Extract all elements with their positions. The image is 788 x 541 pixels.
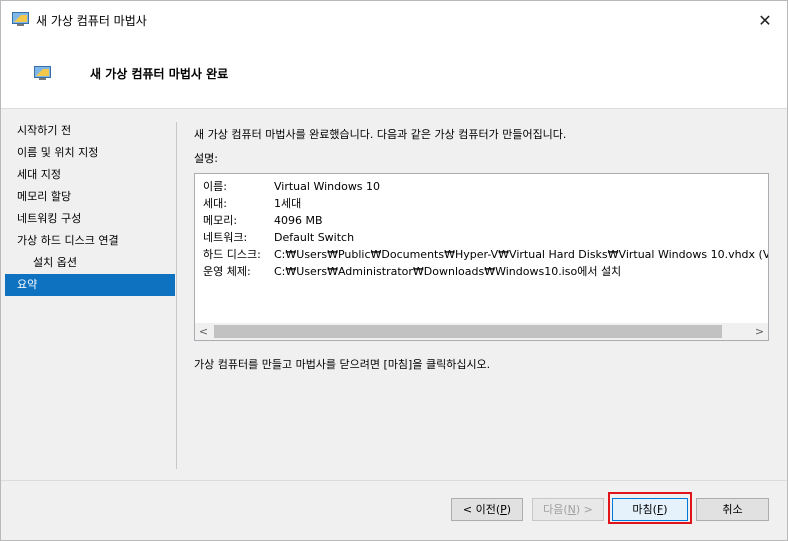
nav-step-label: 세대 지정: [17, 168, 61, 181]
nav-step-virtual-disk[interactable]: 가상 하드 디스크 연결: [5, 230, 175, 252]
next-button-label: 다음(: [543, 503, 568, 516]
summary-row-name: 이름: Virtual Windows 10: [203, 178, 768, 195]
description-label: 설명:: [194, 152, 218, 165]
close-icon: ✕: [758, 10, 772, 30]
summary-value: 4096 MB: [274, 214, 323, 227]
nav-step-networking[interactable]: 네트워킹 구성: [5, 208, 175, 230]
nav-step-install-options[interactable]: 설치 옵션: [5, 252, 175, 274]
summary-key: 이름:: [203, 180, 227, 193]
cancel-button[interactable]: 취소: [696, 498, 769, 521]
summary-key: 운영 체제:: [203, 265, 251, 278]
nav-step-name-location[interactable]: 이름 및 위치 지정: [5, 142, 175, 164]
wizard-step-nav: 시작하기 전 이름 및 위치 지정 세대 지정 메모리 할당 네트워킹 구성 가…: [5, 120, 175, 470]
nav-step-generation[interactable]: 세대 지정: [5, 164, 175, 186]
previous-button[interactable]: < 이전(P): [451, 498, 523, 521]
window-title: 새 가상 컴퓨터 마법사: [36, 14, 147, 28]
page-title: 새 가상 컴퓨터 마법사 완료: [90, 67, 229, 81]
summary-list: 이름: Virtual Windows 10 세대: 1세대 메모리: 4096…: [203, 178, 768, 280]
next-button-accesskey: N: [567, 503, 576, 516]
finish-instruction-text: 가상 컴퓨터를 만들고 마법사를 닫으려면 [마침]을 클릭하십시오.: [194, 358, 491, 371]
nav-step-summary[interactable]: 요약: [5, 274, 175, 296]
nav-step-label: 네트워킹 구성: [17, 212, 82, 225]
nav-step-memory[interactable]: 메모리 할당: [5, 186, 175, 208]
button-bar-divider: [1, 480, 787, 481]
nav-step-label: 메모리 할당: [17, 190, 72, 203]
nav-step-label: 요약: [17, 278, 38, 291]
summary-value: C:₩Users₩Public₩Documents₩Hyper-V₩Virtua…: [274, 248, 768, 261]
summary-row-hard-disk: 하드 디스크: C:₩Users₩Public₩Documents₩Hyper-…: [203, 246, 768, 263]
summary-row-os: 운영 체제: C:₩Users₩Administrator₩Downloads₩…: [203, 263, 768, 280]
nav-step-label: 이름 및 위치 지정: [17, 146, 99, 159]
scroll-right-icon[interactable]: >: [751, 323, 768, 340]
wizard-header: 새 가상 컴퓨터 마법사 완료: [1, 39, 787, 109]
previous-button-label: < 이전(: [462, 503, 501, 516]
summary-value: 1세대: [274, 197, 302, 210]
finish-button-label-end: ): [663, 503, 668, 516]
previous-button-accesskey: P: [500, 503, 507, 516]
completion-intro-text: 새 가상 컴퓨터 마법사를 완료했습니다. 다음과 같은 가상 컴퓨터가 만들어…: [194, 128, 567, 141]
wizard-header-icon: [34, 66, 51, 80]
summary-value: Virtual Windows 10: [274, 180, 381, 193]
hyper-v-icon: [12, 12, 29, 26]
nav-step-label: 시작하기 전: [17, 124, 72, 137]
next-button-label-end: ) >: [575, 503, 593, 516]
scrollbar-thumb[interactable]: [214, 325, 722, 338]
summary-value: C:₩Users₩Administrator₩Downloads₩Windows…: [274, 265, 622, 278]
nav-step-label: 설치 옵션: [33, 256, 77, 269]
summary-key: 메모리:: [203, 214, 238, 227]
nav-step-before-you-begin[interactable]: 시작하기 전: [5, 120, 175, 142]
summary-row-generation: 세대: 1세대: [203, 195, 768, 212]
nav-step-label: 가상 하드 디스크 연결: [17, 234, 119, 247]
finish-button[interactable]: 마침(F): [612, 498, 688, 521]
summary-textbox[interactable]: 이름: Virtual Windows 10 세대: 1세대 메모리: 4096…: [194, 173, 769, 341]
summary-row-memory: 메모리: 4096 MB: [203, 212, 768, 229]
summary-row-network: 네트워크: Default Switch: [203, 229, 768, 246]
horizontal-scrollbar[interactable]: < >: [195, 323, 768, 340]
next-button[interactable]: 다음(N) >: [532, 498, 604, 521]
previous-button-label-end: ): [506, 503, 512, 516]
close-button[interactable]: ✕: [743, 1, 787, 39]
scroll-left-icon[interactable]: <: [195, 323, 212, 340]
summary-key: 세대:: [203, 197, 227, 210]
summary-key: 하드 디스크:: [203, 248, 261, 261]
title-bar: 새 가상 컴퓨터 마법사 ✕: [1, 1, 787, 39]
nav-divider: [176, 122, 177, 469]
summary-value: Default Switch: [274, 231, 355, 244]
finish-button-label: 마침(: [632, 503, 657, 516]
summary-key: 네트워크:: [203, 231, 248, 244]
wizard-window: 새 가상 컴퓨터 마법사 ✕ 새 가상 컴퓨터 마법사 완료 시작하기 전 이름…: [0, 0, 788, 541]
